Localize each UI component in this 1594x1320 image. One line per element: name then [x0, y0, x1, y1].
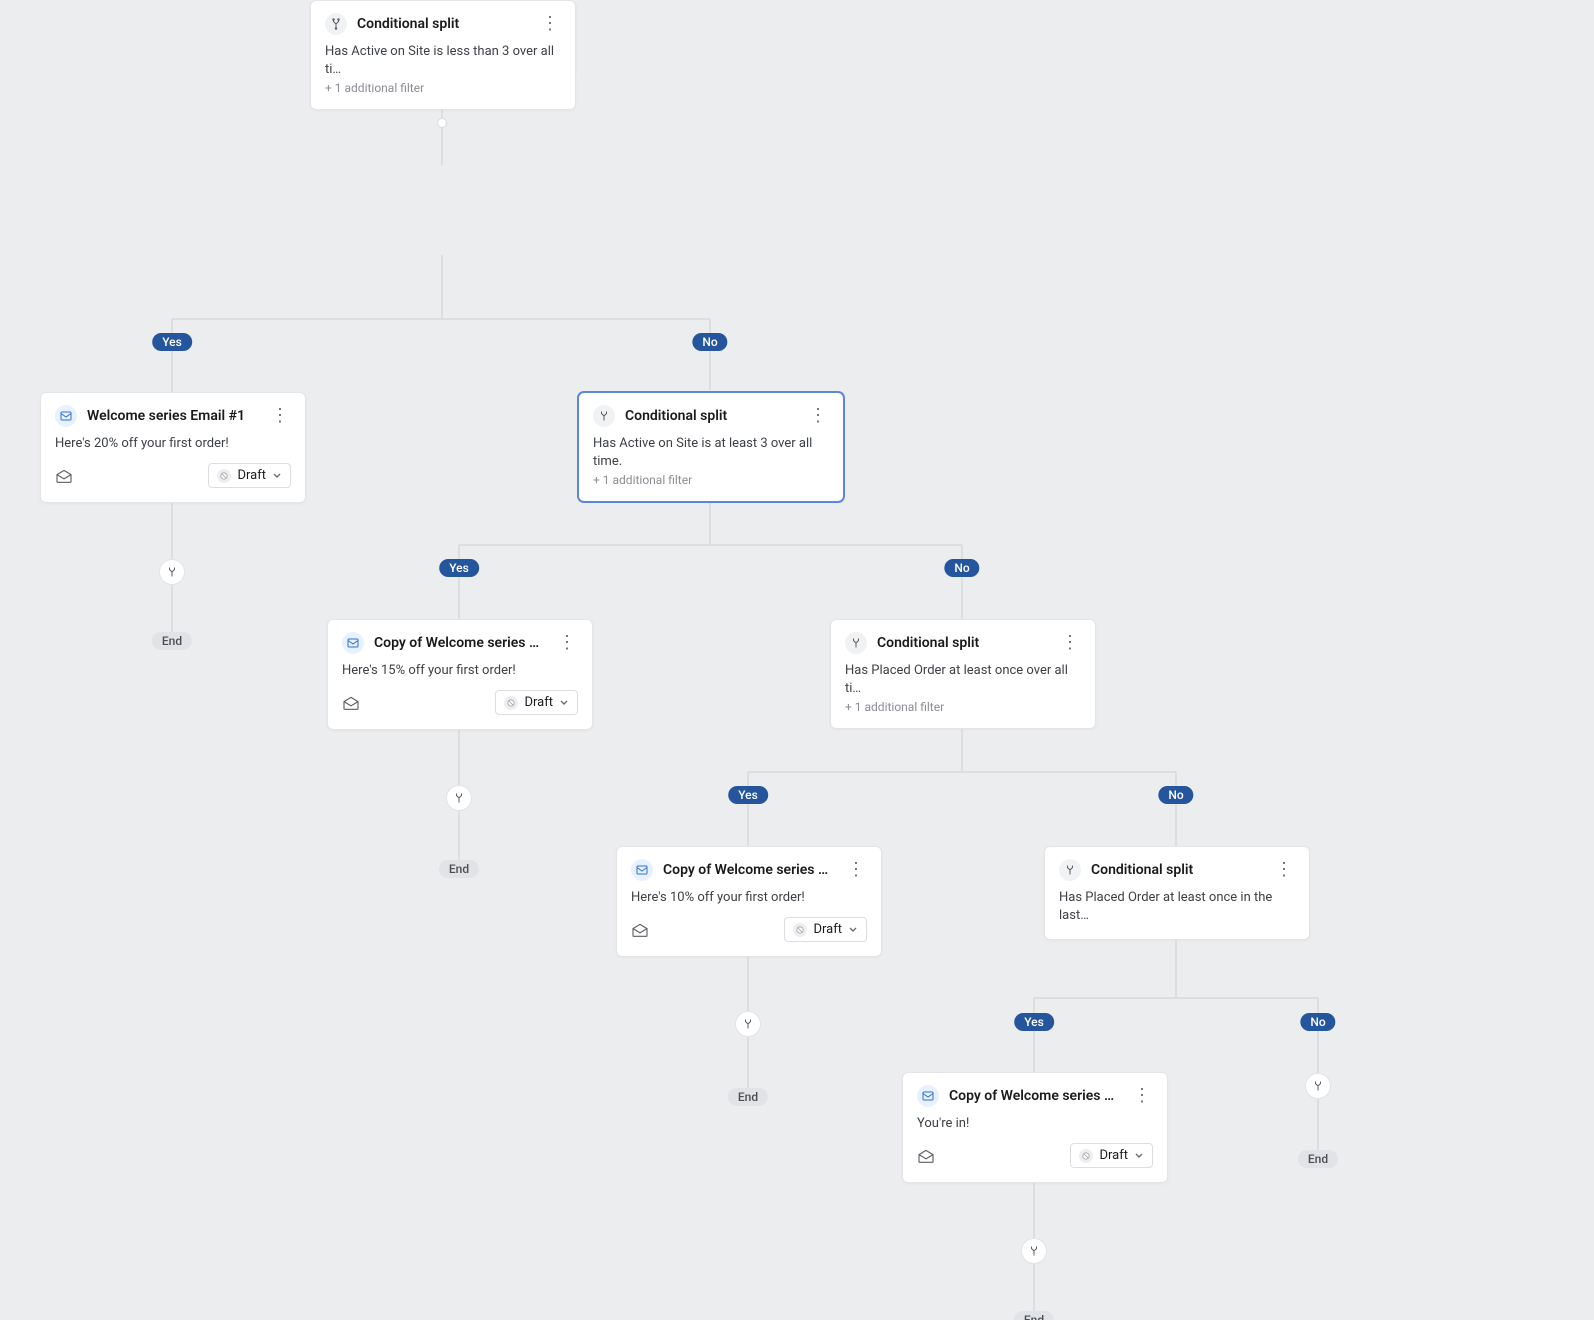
conditional-split-card[interactable]: Conditional split ⋮ Has Placed Order at … — [1044, 846, 1310, 940]
split-icon — [1059, 859, 1081, 881]
connector-dot — [437, 118, 447, 128]
no-pill: No — [944, 559, 979, 577]
card-subtext: + 1 additional filter — [845, 700, 1081, 714]
card-subtext: + 1 additional filter — [325, 81, 561, 95]
more-icon[interactable]: ⋮ — [807, 407, 829, 425]
open-mail-icon — [55, 469, 73, 483]
yes-pill: Yes — [728, 786, 768, 804]
card-desc: Has Active on Site is at least 3 over al… — [593, 435, 829, 471]
split-node-icon[interactable] — [446, 785, 472, 811]
chevron-down-icon — [559, 698, 569, 708]
yes-pill: Yes — [439, 559, 479, 577]
card-title: Welcome series Email #1 — [87, 408, 245, 424]
open-mail-icon — [917, 1149, 935, 1163]
more-icon[interactable]: ⋮ — [556, 634, 578, 652]
card-subtext: + 1 additional filter — [593, 473, 829, 487]
split-node-icon[interactable] — [735, 1011, 761, 1037]
card-desc: Here's 15% off your first order! — [342, 662, 578, 680]
more-icon[interactable]: ⋮ — [269, 407, 291, 425]
status-dot-icon — [504, 696, 518, 710]
end-pill: End — [1014, 1311, 1054, 1320]
more-icon[interactable]: ⋮ — [1059, 634, 1081, 652]
mail-icon — [631, 859, 653, 881]
status-label: Draft — [237, 468, 266, 483]
email-card[interactable]: Welcome series Email #1 ⋮ Here's 20% off… — [40, 392, 306, 503]
status-label: Draft — [1099, 1148, 1128, 1163]
card-desc: You're in! — [917, 1115, 1153, 1133]
status-label: Draft — [813, 922, 842, 937]
conditional-split-card[interactable]: Conditional split ⋮ Has Placed Order at … — [830, 619, 1096, 729]
status-dropdown[interactable]: Draft — [784, 917, 867, 942]
email-card[interactable]: Copy of Welcome series Em… ⋮ You're in! … — [902, 1072, 1168, 1183]
status-label: Draft — [524, 695, 553, 710]
card-title: Copy of Welcome series Em… — [374, 635, 544, 651]
card-title: Conditional split — [357, 16, 459, 32]
no-pill: No — [1300, 1013, 1335, 1031]
yes-pill: Yes — [1014, 1013, 1054, 1031]
card-desc: Has Placed Order at least once over all … — [845, 662, 1081, 698]
mail-icon — [342, 632, 364, 654]
flow-canvas[interactable]: Trigger When someone is added to Main li… — [0, 0, 1594, 1320]
more-icon[interactable]: ⋮ — [845, 861, 867, 879]
end-pill: End — [439, 860, 479, 878]
end-pill: End — [728, 1088, 768, 1106]
chevron-down-icon — [272, 471, 282, 481]
split-node-icon[interactable] — [159, 559, 185, 585]
conditional-split-card[interactable]: Conditional split ⋮ Has Active on Site i… — [310, 0, 576, 110]
chevron-down-icon — [1134, 1151, 1144, 1161]
split-node-icon[interactable] — [1305, 1073, 1331, 1099]
status-dropdown[interactable]: Draft — [208, 463, 291, 488]
card-title: Conditional split — [625, 408, 727, 424]
status-dropdown[interactable]: Draft — [495, 690, 578, 715]
card-desc: Here's 10% off your first order! — [631, 889, 867, 907]
more-icon[interactable]: ⋮ — [1131, 1087, 1153, 1105]
status-dot-icon — [793, 923, 807, 937]
more-icon[interactable]: ⋮ — [1273, 861, 1295, 879]
open-mail-icon — [631, 923, 649, 937]
no-pill: No — [692, 333, 727, 351]
open-mail-icon — [342, 696, 360, 710]
conditional-split-card[interactable]: Conditional split ⋮ Has Active on Site i… — [578, 392, 844, 502]
card-desc: Has Active on Site is less than 3 over a… — [325, 43, 561, 79]
split-icon — [325, 13, 347, 35]
email-card[interactable]: Copy of Welcome series Em… ⋮ Here's 15% … — [327, 619, 593, 730]
chevron-down-icon — [848, 925, 858, 935]
card-desc: Has Placed Order at least once in the la… — [1059, 889, 1295, 925]
end-pill: End — [152, 632, 192, 650]
no-pill: No — [1158, 786, 1193, 804]
status-dot-icon — [1079, 1149, 1093, 1163]
mail-icon — [917, 1085, 939, 1107]
split-node-icon[interactable] — [1021, 1238, 1047, 1264]
email-card[interactable]: Copy of Welcome series Em… ⋮ Here's 10% … — [616, 846, 882, 957]
card-desc: Here's 20% off your first order! — [55, 435, 291, 453]
card-title: Conditional split — [877, 635, 979, 651]
card-title: Conditional split — [1091, 862, 1193, 878]
end-pill: End — [1298, 1150, 1338, 1168]
status-dot-icon — [217, 469, 231, 483]
more-icon[interactable]: ⋮ — [539, 15, 561, 33]
split-icon — [845, 632, 867, 654]
mail-icon — [55, 405, 77, 427]
split-icon — [593, 405, 615, 427]
yes-pill: Yes — [152, 333, 192, 351]
card-title: Copy of Welcome series Em… — [663, 862, 833, 878]
card-title: Copy of Welcome series Em… — [949, 1088, 1119, 1104]
status-dropdown[interactable]: Draft — [1070, 1143, 1153, 1168]
